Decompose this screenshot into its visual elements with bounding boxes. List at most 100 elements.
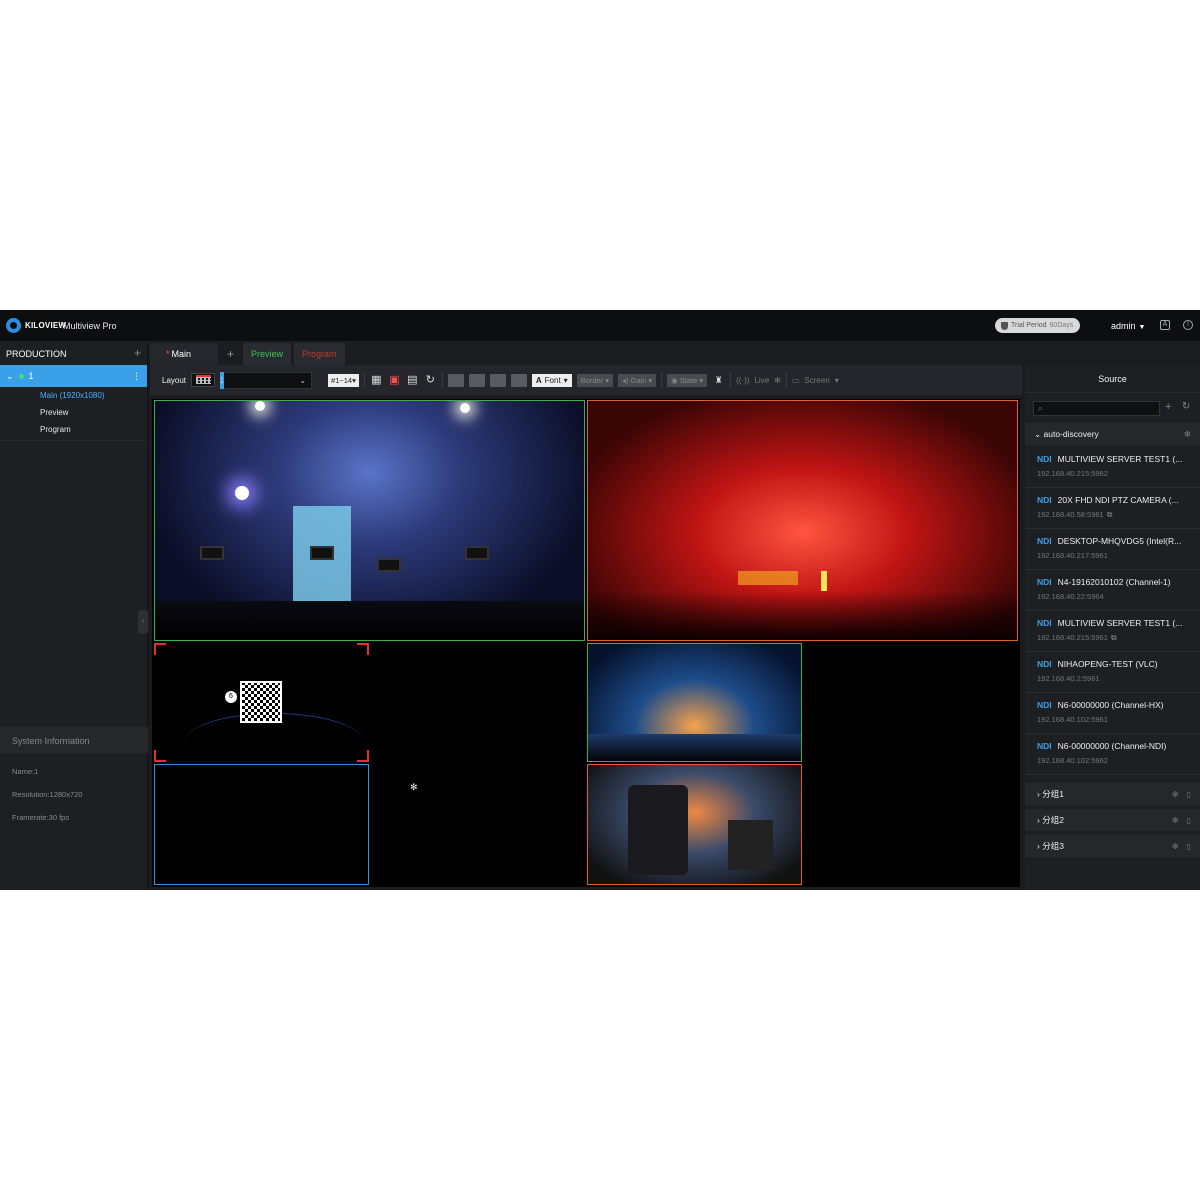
- source-item[interactable]: NDI DESKTOP-MHQVDG5 (Intel(R... 192.168.4…: [1025, 529, 1200, 570]
- sidebar-item-main[interactable]: Main (1920x1080): [0, 387, 147, 404]
- group-label: 分组3: [1042, 841, 1064, 851]
- spot-light: [460, 403, 470, 413]
- border-dropdown[interactable]: Border ▾: [576, 373, 614, 387]
- system-info-framerate: Framerate:30 fps: [12, 813, 70, 822]
- gear-icon[interactable]: ✻: [774, 376, 781, 385]
- tab-main-label: Main: [171, 349, 192, 359]
- save-icon[interactable]: ▣: [388, 374, 401, 387]
- add-production-icon[interactable]: +: [134, 347, 141, 359]
- corner-marker: [357, 750, 369, 762]
- layout-preset-icon[interactable]: [447, 373, 464, 387]
- video-tile-8[interactable]: [371, 764, 585, 885]
- source-search-input[interactable]: ⌕: [1033, 401, 1160, 416]
- group-2[interactable]: › 分组2 ✻ ▯: [1025, 809, 1200, 831]
- source-item[interactable]: NDI N6-00000000 (Channel-NDI) 192.168.40.…: [1025, 734, 1200, 775]
- tile-settings-icon[interactable]: ✻: [410, 782, 418, 793]
- camera-body: [628, 785, 688, 875]
- user-name: admin: [1111, 321, 1136, 331]
- stage-logo: [738, 571, 798, 585]
- logo: KILOVIEW: [6, 318, 66, 333]
- trash-icon[interactable]: ▯: [1187, 842, 1191, 851]
- external-link-icon[interactable]: ⧉: [1107, 510, 1113, 519]
- audio-meter-icon[interactable]: [489, 373, 506, 387]
- video-tile-10[interactable]: [804, 764, 1018, 885]
- qr-code: [240, 681, 282, 723]
- layout-preset-icon[interactable]: [468, 373, 485, 387]
- search-icon: ⌕: [1038, 404, 1043, 413]
- trial-badge: Trial Period 60Days: [995, 318, 1081, 333]
- gear-icon[interactable]: ✻: [1172, 816, 1179, 825]
- video-tile-9[interactable]: [587, 764, 802, 885]
- app-window: KILOVIEW Multiview Pro Trial Period 60Da…: [0, 310, 1200, 890]
- language-icon[interactable]: A: [1160, 320, 1170, 330]
- trash-icon[interactable]: ▯: [1187, 790, 1191, 799]
- chevron-down-icon[interactable]: ▾: [835, 376, 839, 385]
- save-as-icon[interactable]: ▤: [406, 374, 419, 387]
- chevron-down-icon[interactable]: ⌄: [6, 371, 14, 382]
- source-item[interactable]: NDI N6-00000000 (Channel-HX) 192.168.40.1…: [1025, 693, 1200, 734]
- text-icon[interactable]: [510, 373, 527, 387]
- stage-floor: [588, 734, 801, 761]
- source-item[interactable]: NDI 20X FHD NDI PTZ CAMERA (... 192.168.4…: [1025, 488, 1200, 529]
- source-name: N6-00000000 (Channel-NDI): [1057, 741, 1167, 751]
- source-ip: 192.168.40.22:5964: [1037, 592, 1104, 601]
- group-3[interactable]: › 分组3 ✻ ▯: [1025, 835, 1200, 857]
- collapse-sidebar-handle[interactable]: ‹: [138, 610, 148, 634]
- clear-icon[interactable]: ♜: [712, 374, 725, 387]
- tab-preview[interactable]: Preview: [243, 343, 292, 365]
- refresh-icon[interactable]: ↻: [1182, 401, 1190, 412]
- user-menu[interactable]: admin ▼: [1111, 321, 1145, 331]
- sidebar-item-preview[interactable]: Preview: [0, 404, 147, 421]
- tab-main[interactable]: * Main: [150, 343, 218, 365]
- chevron-right-icon: ›: [1037, 789, 1040, 799]
- info-icon[interactable]: i: [1183, 320, 1193, 330]
- tab-bar: * Main + Preview Program: [150, 343, 345, 365]
- stage-floor: [155, 601, 584, 640]
- project-item[interactable]: ⌄ 1 ⋮: [0, 365, 147, 387]
- source-type: NDI: [1037, 454, 1052, 464]
- source-name: N4-19162010102 (Channel-1): [1057, 577, 1171, 587]
- live-label[interactable]: Live: [754, 376, 769, 385]
- group-1[interactable]: › 分组1 ✻ ▯: [1025, 783, 1200, 805]
- modified-marker: *: [166, 349, 170, 359]
- corner-marker: [154, 643, 166, 655]
- refresh-icon[interactable]: ↻: [424, 374, 437, 387]
- source-item[interactable]: NDI MULTIVIEW SERVER TEST1 (... 192.168.4…: [1025, 447, 1200, 488]
- tab-program[interactable]: Program: [294, 343, 345, 365]
- screen-label[interactable]: Screen: [804, 376, 829, 385]
- production-title: PRODUCTION: [6, 349, 67, 359]
- layout-select[interactable]: 1 ⌄: [219, 371, 313, 389]
- gain-dropdown[interactable]: ◂) Gain ▾: [618, 373, 657, 387]
- state-dropdown[interactable]: ◉ State ▾: [667, 373, 708, 387]
- source-item[interactable]: NDI MULTIVIEW SERVER TEST1 (... 192.168.4…: [1025, 611, 1200, 652]
- video-tile-1[interactable]: [154, 400, 585, 641]
- more-icon[interactable]: ⋮: [132, 371, 141, 382]
- external-link-icon[interactable]: ⧉: [1111, 633, 1117, 642]
- source-item[interactable]: NDI N4-19162010102 (Channel-1) 192.168.40…: [1025, 570, 1200, 611]
- video-tile-4[interactable]: [371, 643, 585, 762]
- sidebar-item-program[interactable]: Program: [0, 421, 147, 438]
- add-source-icon[interactable]: +: [1165, 401, 1171, 413]
- range-select[interactable]: #1~14 ▾: [328, 373, 359, 387]
- spot-light: [255, 401, 265, 411]
- gear-icon[interactable]: ✻: [1184, 429, 1191, 440]
- source-item[interactable]: NDI NIHAOPENG-TEST (VLC) 192.168.40.2:596…: [1025, 652, 1200, 693]
- layout-grid-icon[interactable]: [191, 373, 216, 387]
- chevron-right-icon: ›: [1037, 841, 1040, 851]
- video-tile-2[interactable]: [587, 400, 1018, 641]
- group-auto-discovery[interactable]: ⌄ auto-discovery ✻: [1025, 423, 1200, 445]
- font-dropdown[interactable]: A Font ▾: [531, 373, 572, 387]
- gear-icon[interactable]: ✻: [1172, 790, 1179, 799]
- add-tab-button[interactable]: +: [221, 343, 240, 365]
- trash-icon[interactable]: ▯: [1187, 816, 1191, 825]
- layout-split-icon[interactable]: ▦: [370, 374, 383, 387]
- video-tile-7[interactable]: [154, 764, 369, 885]
- camera-4: [465, 546, 489, 560]
- gain-label: Gain: [630, 375, 647, 385]
- gear-icon[interactable]: ✻: [1172, 842, 1179, 851]
- system-info-name: Name:1: [12, 767, 39, 776]
- video-tile-5[interactable]: [587, 643, 802, 762]
- video-tile-6[interactable]: [804, 643, 1018, 762]
- spot-light: [235, 486, 249, 500]
- video-tile-3[interactable]: [154, 643, 369, 762]
